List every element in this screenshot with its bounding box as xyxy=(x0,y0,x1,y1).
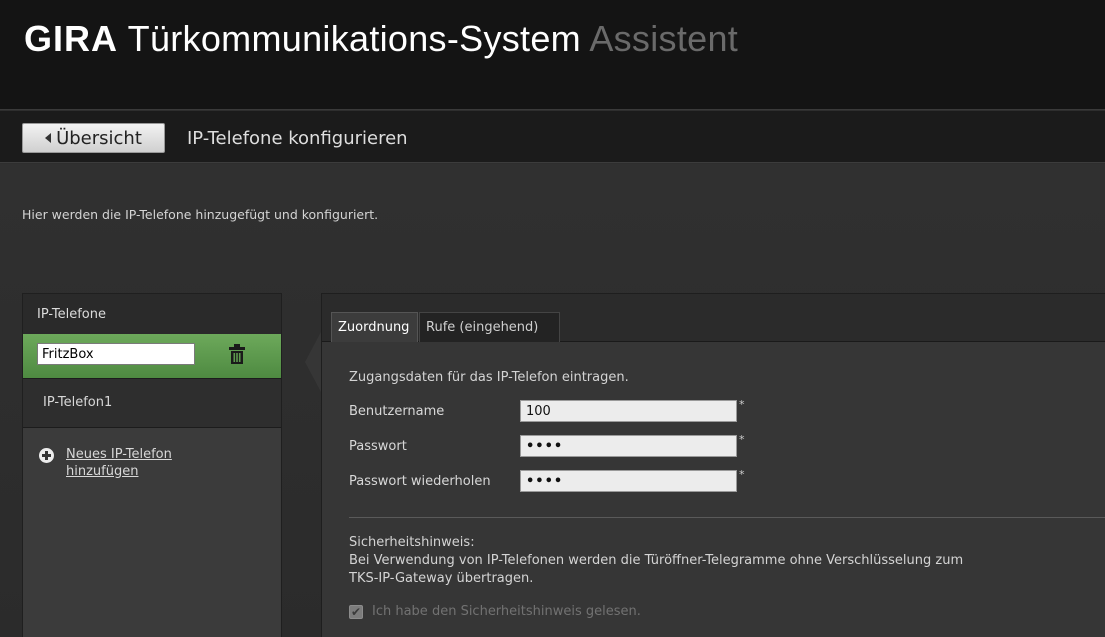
plus-circle-icon[interactable] xyxy=(39,448,54,463)
phone-name-input[interactable] xyxy=(37,343,195,365)
phone-list-sidebar: IP-Telefone IP-Telefon1 Neues IP-Telefon… xyxy=(22,293,282,637)
sidebar-heading: IP-Telefone xyxy=(23,294,281,334)
panel-pointer xyxy=(305,330,322,394)
brand-logo: GIRA xyxy=(24,18,118,59)
app-subtitle: Assistent xyxy=(589,18,739,59)
sidebar-item-ip-telefon1[interactable]: IP-Telefon1 xyxy=(23,378,281,428)
security-line-2: TKS-IP-Gateway übertragen. xyxy=(349,571,534,586)
chevron-left-icon xyxy=(45,133,52,143)
password-repeat-required-mark: * xyxy=(739,468,745,481)
security-ack-checkbox[interactable]: ✔ xyxy=(349,604,363,619)
back-button-label: Übersicht xyxy=(56,127,142,149)
form-intro: Zugangsdaten für das IP-Telefon eintrage… xyxy=(349,370,629,385)
product-name: Türkommunikations-System xyxy=(127,18,581,59)
password-repeat-field[interactable] xyxy=(520,470,737,492)
security-title: Sicherheitshinweis: xyxy=(349,535,475,550)
password-repeat-label: Passwort wiederholen xyxy=(349,474,491,489)
tab-rufe-eingehend[interactable]: Rufe (eingehend) xyxy=(419,312,560,342)
username-required-mark: * xyxy=(739,398,745,411)
back-button[interactable]: Übersicht xyxy=(22,123,165,153)
security-ack-row[interactable]: ✔ Ich habe den Sicherheitshinweis gelese… xyxy=(349,604,641,619)
password-label: Passwort xyxy=(349,439,407,454)
section-divider xyxy=(349,517,1105,518)
tab-bar: Zuordnung Rufe (eingehend) xyxy=(322,294,1105,342)
intro-text: Hier werden die IP-Telefone hinzugefügt … xyxy=(22,207,379,222)
app-title: GIRA Türkommunikations-System Assistent xyxy=(24,18,738,60)
nav-bar: Übersicht IP-Telefone konfigurieren xyxy=(0,111,1105,163)
security-ack-label: Ich habe den Sicherheitshinweis gelesen. xyxy=(372,604,641,619)
username-field[interactable] xyxy=(520,400,737,422)
sidebar-item-active[interactable] xyxy=(23,334,281,378)
trash-icon[interactable] xyxy=(229,344,245,364)
app-header: GIRA Türkommunikations-System Assistent xyxy=(0,0,1105,110)
page-title: IP-Telefone konfigurieren xyxy=(187,128,408,149)
add-phone-row[interactable]: Neues IP-Telefon hinzufügen xyxy=(39,446,216,480)
config-panel: Zuordnung Rufe (eingehend) Zugangsdaten … xyxy=(321,293,1105,637)
add-phone-link[interactable]: Neues IP-Telefon hinzufügen xyxy=(66,446,216,480)
tab-zuordnung[interactable]: Zuordnung xyxy=(331,312,418,342)
password-required-mark: * xyxy=(739,433,745,446)
password-field[interactable] xyxy=(520,435,737,457)
security-line-1: Bei Verwendung von IP-Telefonen werden d… xyxy=(349,553,964,568)
username-label: Benutzername xyxy=(349,404,445,419)
security-note: Sicherheitshinweis: Bei Verwendung von I… xyxy=(349,534,963,588)
